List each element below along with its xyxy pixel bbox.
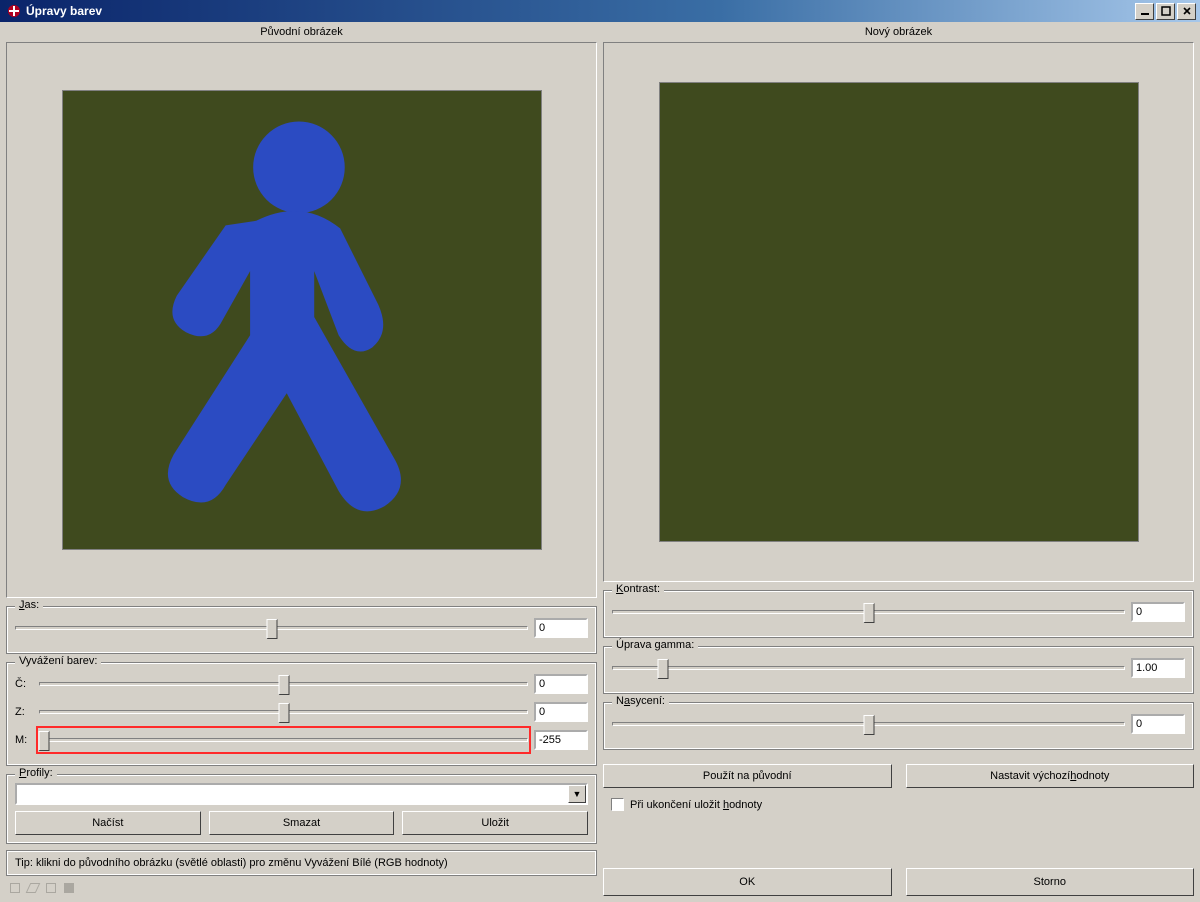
contrast-label: Kontrast:	[616, 583, 660, 595]
new-image-label: Nový obrázek	[603, 26, 1194, 38]
status-icon	[26, 883, 41, 893]
ok-button[interactable]: OK	[603, 868, 892, 896]
saturation-label: Nasycení:	[616, 695, 665, 707]
original-image-label: Původní obrázek	[6, 26, 597, 38]
balance-z-label: Z:	[15, 706, 33, 718]
profiles-selected	[17, 785, 568, 803]
balance-z-value[interactable]: 0	[534, 702, 588, 722]
close-button[interactable]	[1177, 3, 1196, 20]
brightness-value[interactable]: 0	[534, 618, 588, 638]
minimize-button[interactable]	[1135, 3, 1154, 20]
balance-z-slider[interactable]	[39, 701, 528, 723]
color-balance-group: Vyvážení barev: Č: 0 Z: 0 M:	[6, 662, 597, 766]
status-icon	[46, 883, 56, 893]
brightness-group: Jas: 0	[6, 606, 597, 654]
dropdown-arrow-icon[interactable]: ▼	[568, 785, 586, 803]
brightness-slider[interactable]	[15, 617, 528, 639]
brightness-label: Jas:	[19, 599, 39, 611]
gamma-slider[interactable]	[612, 657, 1125, 679]
profile-delete-button[interactable]: Smazat	[209, 811, 395, 835]
profile-save-button[interactable]: Uložit	[402, 811, 588, 835]
saturation-value[interactable]: 0	[1131, 714, 1185, 734]
profile-load-button[interactable]: Načíst	[15, 811, 201, 835]
gamma-value[interactable]: 1.00	[1131, 658, 1185, 678]
balance-m-label: M:	[15, 734, 33, 746]
gamma-group: Úprava gamma: 1.00	[603, 646, 1194, 694]
color-balance-label: Vyvážení barev:	[15, 655, 101, 667]
balance-c-label: Č:	[15, 678, 33, 690]
balance-m-slider[interactable]	[39, 729, 528, 751]
contrast-group: Kontrast: 0	[603, 590, 1194, 638]
save-on-exit-checkbox[interactable]	[611, 798, 624, 811]
apply-button[interactable]: Použít na původní	[603, 764, 892, 788]
status-icon	[10, 883, 20, 893]
original-image-frame	[6, 42, 597, 598]
contrast-slider[interactable]	[612, 601, 1125, 623]
cancel-button[interactable]: Storno	[906, 868, 1195, 896]
new-image-canvas	[659, 82, 1139, 542]
tip-text: Tip: klikni do původního obrázku (světlé…	[6, 850, 597, 876]
profiles-group: Profily: ▼ Načíst Smazat Uložit	[6, 774, 597, 844]
profiles-label: Profily:	[19, 767, 53, 779]
reset-button[interactable]: Nastavit výchozí hodnoty	[906, 764, 1195, 788]
contrast-value[interactable]: 0	[1131, 602, 1185, 622]
balance-c-slider[interactable]	[39, 673, 528, 695]
profiles-dropdown[interactable]: ▼	[15, 783, 588, 805]
saturation-slider[interactable]	[612, 713, 1125, 735]
window-buttons	[1135, 3, 1198, 20]
balance-c-value[interactable]: 0	[534, 674, 588, 694]
balance-m-value[interactable]: -255	[534, 730, 588, 750]
save-on-exit-label: Při ukončení uložit hodnoty	[630, 799, 762, 811]
status-strip	[6, 880, 597, 896]
titlebar: Úpravy barev	[0, 0, 1200, 22]
gamma-label: Úprava gamma:	[616, 639, 694, 651]
window-title: Úpravy barev	[26, 4, 1135, 18]
saturation-group: Nasycení: 0	[603, 702, 1194, 750]
maximize-button[interactable]	[1156, 3, 1175, 20]
new-image-frame	[603, 42, 1194, 582]
app-icon	[6, 3, 22, 19]
status-icon	[64, 883, 74, 893]
original-image-canvas[interactable]	[62, 90, 542, 550]
